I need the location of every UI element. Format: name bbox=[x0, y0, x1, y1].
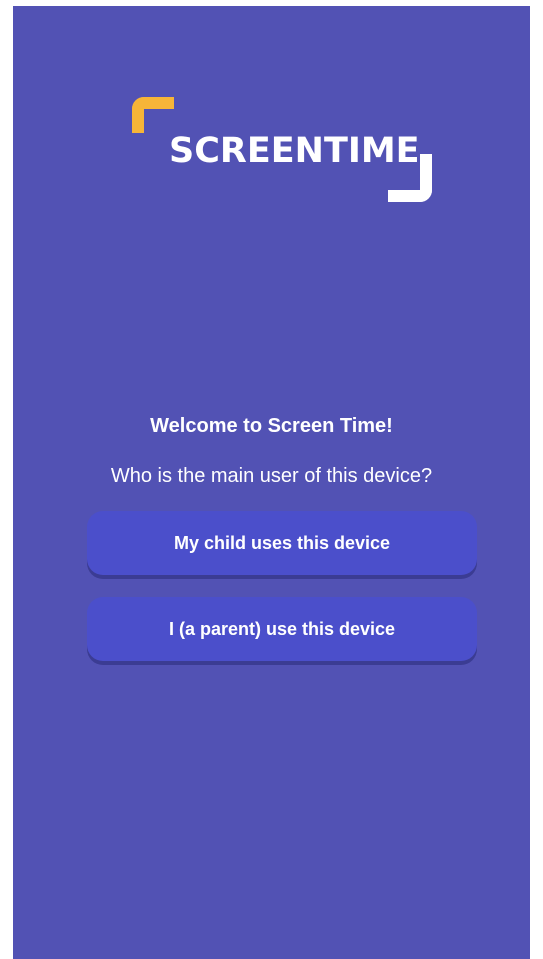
main-user-question: Who is the main user of this device? bbox=[110, 465, 433, 487]
child-uses-device-label: My child uses this device bbox=[173, 532, 391, 553]
app-screen: SCREENTIME Welcome to Screen Time! Who i… bbox=[13, 6, 530, 959]
child-uses-device-button[interactable]: My child uses this device bbox=[87, 511, 477, 575]
welcome-title: Welcome to Screen Time! bbox=[150, 415, 393, 437]
logo-bracket-white-icon bbox=[388, 154, 432, 202]
logo-bracket-yellow-icon bbox=[132, 97, 174, 133]
screentime-logo: SCREENTIME bbox=[132, 97, 432, 202]
logo-text: SCREENTIME bbox=[169, 131, 420, 171]
parent-uses-device-label: I (a parent) use this device bbox=[168, 618, 396, 639]
parent-uses-device-button[interactable]: I (a parent) use this device bbox=[87, 597, 477, 661]
